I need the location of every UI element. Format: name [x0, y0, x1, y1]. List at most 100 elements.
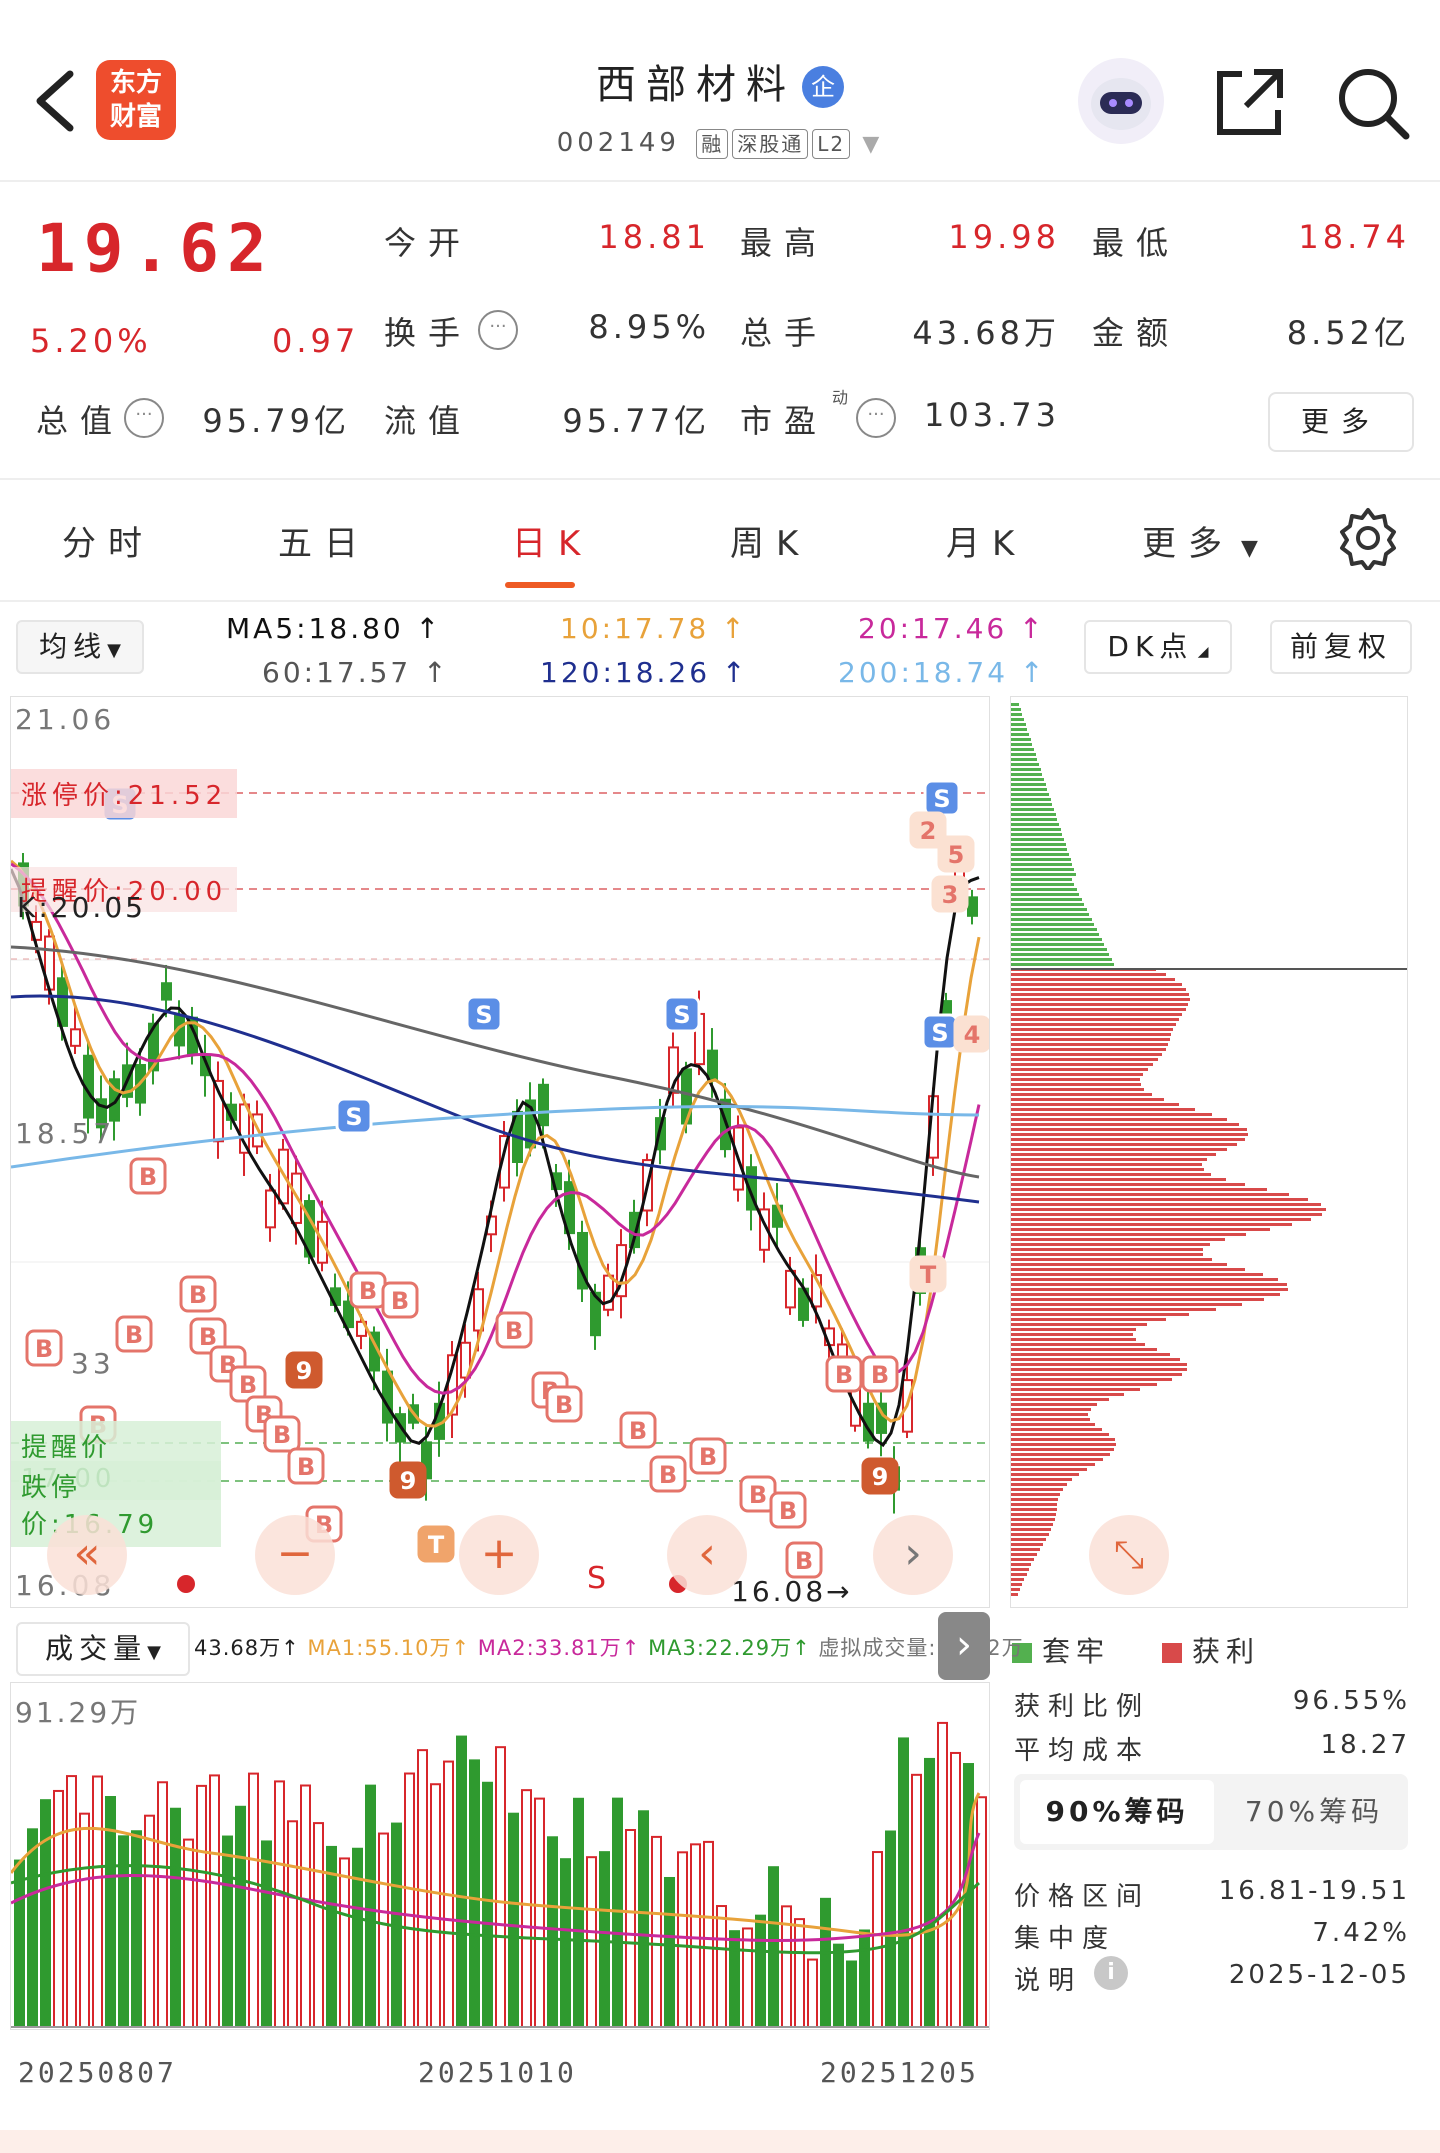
- volume-bar-up: [66, 1775, 77, 2028]
- volume-bar-up: [92, 1775, 103, 2028]
- settings-icon[interactable]: [1336, 506, 1400, 572]
- volume-bar-up: [313, 1822, 324, 2028]
- tab-daily-k[interactable]: 日K: [512, 516, 592, 565]
- chip-bar-locked: [1011, 768, 1041, 771]
- volume-ma1: MA1:55.10万: [307, 1636, 452, 1660]
- pe-info-icon[interactable]: ···: [856, 398, 896, 438]
- volume-bar-down: [833, 1943, 844, 2029]
- zoom-out-button[interactable]: −: [255, 1515, 335, 1595]
- legend-locked: 套牢: [1012, 1630, 1110, 1670]
- chip-bar-profit: [1011, 1503, 1057, 1506]
- count-marker-text: 4: [964, 1021, 981, 1049]
- chip-bar-profit: [1011, 1473, 1079, 1476]
- candle-down: [161, 982, 172, 1001]
- chip-bar-profit: [1011, 1538, 1046, 1541]
- chip-bar-locked: [1011, 938, 1102, 941]
- scroll-left-fast-button[interactable]: «: [47, 1515, 127, 1595]
- more-quote-button[interactable]: 更多: [1268, 392, 1414, 452]
- volume-label: 总手: [740, 314, 829, 352]
- volume-bar-down: [859, 1929, 870, 2028]
- volume-legend: 43.68万↑ MA1:55.10万↑ MA2:33.81万↑ MA3:22.2…: [194, 1636, 1024, 1660]
- market-cap-value: 95.79亿: [202, 402, 350, 440]
- chip-bar-profit: [1011, 1243, 1210, 1246]
- turnover-info-icon[interactable]: ···: [478, 310, 518, 350]
- volume-bar-down: [261, 1840, 272, 2028]
- enterprise-badge: 企: [802, 66, 844, 108]
- expand-icon[interactable]: ⤡: [1089, 1515, 1169, 1595]
- chip-bar-profit: [1011, 1488, 1063, 1491]
- chip-bar-profit: [1011, 1233, 1246, 1236]
- volume-bar-down: [612, 1797, 623, 2029]
- volume-bar-down: [729, 1930, 740, 2028]
- chip-bar-profit: [1011, 1408, 1091, 1411]
- chip-bar-profit: [1011, 1383, 1157, 1386]
- chip-bar-profit: [1011, 1008, 1186, 1011]
- volume-bar-up: [183, 1838, 194, 2028]
- chip-bar-locked: [1011, 873, 1076, 876]
- chip-bar-profit: [1011, 1448, 1114, 1451]
- candle-up: [603, 1274, 614, 1311]
- volume-bar-down: [482, 1781, 493, 2028]
- chip-bar-profit: [1011, 1328, 1136, 1331]
- kline-chart-frame[interactable]: SSSSSSBBBBBBBBBBBBBBBBBBBBBBBBBT9995324T…: [10, 696, 990, 1608]
- chip-bar-profit: [1011, 1128, 1247, 1131]
- volume-virtual: 虚拟成交量:61.72万: [818, 1636, 1024, 1660]
- volume-indicator-selector[interactable]: 成交量▼: [16, 1622, 190, 1676]
- scroll-left-button[interactable]: ‹: [667, 1515, 747, 1595]
- dk-point-selector[interactable]: DK点 ◢: [1084, 620, 1232, 674]
- volume-bar-down: [846, 1960, 857, 2029]
- tab-more[interactable]: 更多 ▼: [1142, 516, 1258, 565]
- avg-cost-label: 平均成本: [1014, 1736, 1151, 1766]
- volume-top-label: 91.29万: [15, 1696, 142, 1729]
- market-cap-label: 总值: [36, 402, 125, 440]
- chip-distribution-frame: ⤡: [1010, 696, 1408, 1608]
- scroll-right-button[interactable]: ›: [873, 1515, 953, 1595]
- active-tab-indicator: [505, 582, 575, 588]
- corner-caret-icon: ◢: [1193, 644, 1209, 660]
- ma5-value: MA5:18.80 ↑: [226, 612, 443, 645]
- volume-bar-up: [742, 1927, 753, 2029]
- chip-bar-profit: [1011, 1353, 1170, 1356]
- chip-bar-profit: [1011, 1013, 1182, 1016]
- chip-bar-locked: [1011, 928, 1097, 931]
- ma60-value: 60:17.57 ↑: [262, 656, 450, 689]
- chip-bar-locked: [1011, 708, 1021, 711]
- market-cap-info-icon[interactable]: ···: [124, 398, 164, 438]
- chip-bar-profit: [1011, 1588, 1020, 1591]
- volume-ma2: MA2:33.81万: [477, 1636, 622, 1660]
- chip-90-tab[interactable]: 90%筹码: [1020, 1780, 1214, 1844]
- buy-marker-text: B: [871, 1361, 889, 1389]
- info-icon[interactable]: i: [1094, 1956, 1128, 1990]
- adjust-selector[interactable]: 前复权: [1270, 620, 1412, 674]
- chip-bar-profit: [1011, 1528, 1051, 1531]
- chip-bar-locked: [1011, 748, 1034, 751]
- zoom-in-button[interactable]: +: [459, 1515, 539, 1595]
- date-label-start: 20250807: [18, 2056, 177, 2089]
- chip-bar-profit: [1011, 1443, 1116, 1446]
- chip-70-tab[interactable]: 70%筹码: [1224, 1780, 1404, 1844]
- search-icon[interactable]: [1334, 64, 1414, 144]
- legend-profit-text: 获利: [1192, 1635, 1261, 1668]
- ma-selector[interactable]: 均线▼: [16, 620, 144, 674]
- tab-weekly-k[interactable]: 周K: [730, 516, 810, 565]
- chip-bar-locked: [1011, 943, 1104, 946]
- share-icon[interactable]: [1212, 64, 1288, 140]
- chip-bar-profit: [1011, 1043, 1168, 1046]
- robot-assistant-icon[interactable]: [1078, 58, 1164, 144]
- sell-marker-text: S: [475, 1001, 492, 1029]
- chip-bar-profit: [1011, 1428, 1102, 1431]
- chevron-right-icon[interactable]: ›: [938, 1612, 990, 1680]
- profit-ratio-label: 获利比例: [1014, 1692, 1151, 1722]
- chip-bar-profit: [1011, 1108, 1195, 1111]
- chip-bar-profit: [1011, 1543, 1043, 1546]
- volume-bar-down: [352, 1847, 363, 2028]
- chip-bar-profit: [1011, 1223, 1292, 1226]
- tab-five-day[interactable]: 五日: [278, 516, 370, 565]
- tab-monthly-k[interactable]: 月K: [946, 516, 1026, 565]
- tab-intraday[interactable]: 分时: [62, 516, 154, 565]
- chip-bar-profit: [1011, 1513, 1056, 1516]
- chip-bar-locked: [1011, 753, 1036, 756]
- chip-bar-profit: [1011, 1088, 1144, 1091]
- chip-bar-locked: [1011, 728, 1027, 731]
- chip-bar-profit: [1011, 1438, 1115, 1441]
